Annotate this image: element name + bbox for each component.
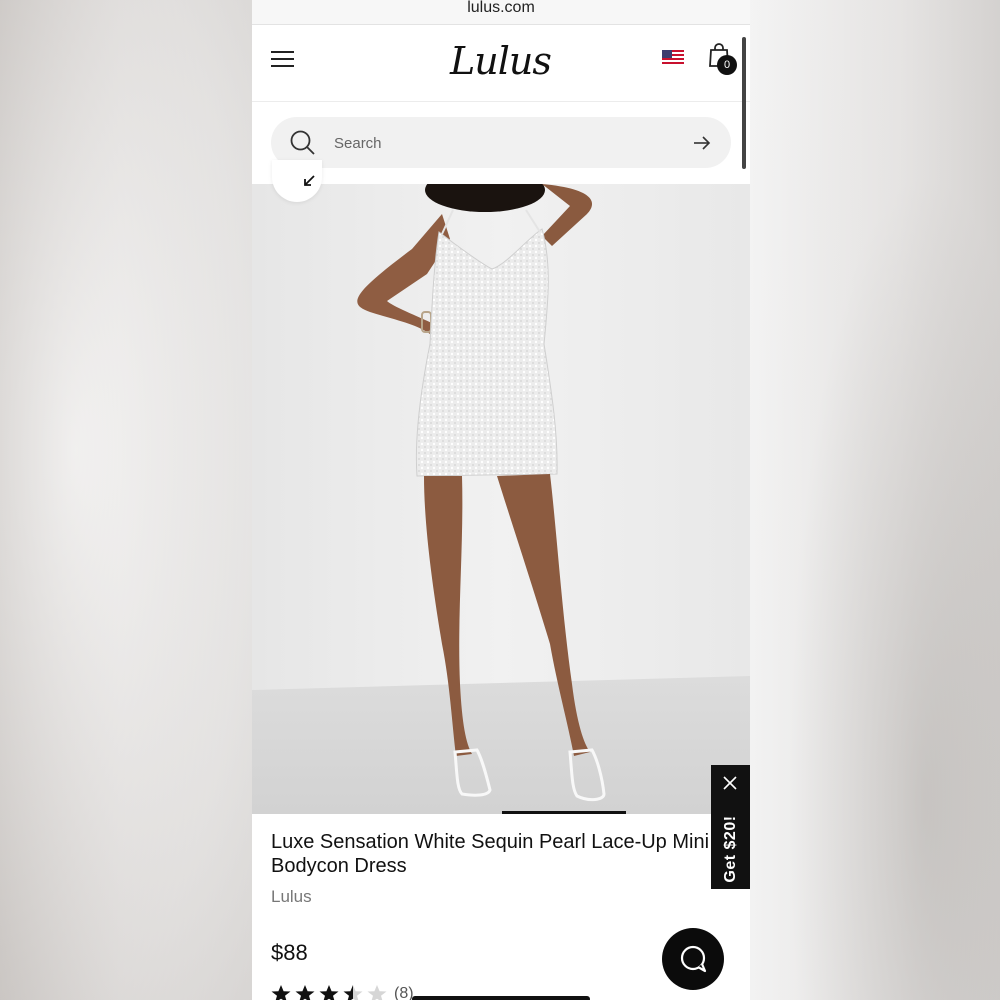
- url-text: lulus.com: [467, 0, 535, 16]
- sticky-bar-edge: [412, 996, 590, 1000]
- background-right: [750, 0, 1000, 1000]
- star-icon-4: [343, 985, 363, 1000]
- promo-label[interactable]: Get $20!: [721, 799, 741, 899]
- image-carousel-indicator: [502, 811, 626, 814]
- cart-count-badge: 0: [717, 55, 737, 75]
- close-icon[interactable]: [723, 776, 737, 790]
- mobile-page: lulus.com Lulus 0 Search Luxe Sensation …: [252, 0, 750, 1000]
- us-flag-icon[interactable]: [662, 50, 684, 65]
- product-price: $88: [271, 940, 308, 965]
- chat-icon: [680, 945, 707, 973]
- star-icon-1: [271, 985, 291, 1000]
- product-brand[interactable]: Lulus: [271, 887, 312, 907]
- review-count[interactable]: (8): [394, 985, 414, 1000]
- chat-button[interactable]: [662, 928, 724, 990]
- browser-url-bar[interactable]: lulus.com: [252, 0, 750, 25]
- search-bar[interactable]: [271, 117, 731, 168]
- menu-icon[interactable]: [271, 49, 295, 69]
- product-image[interactable]: [252, 184, 750, 814]
- search-input[interactable]: [332, 129, 676, 157]
- star-icon-3: [319, 985, 339, 1000]
- background-left: [0, 0, 252, 1000]
- star-icon-2: [295, 985, 315, 1000]
- search-icon: [290, 130, 315, 155]
- product-title: Luxe Sensation White Sequin Pearl Lace-U…: [271, 830, 741, 878]
- arrow-right-icon[interactable]: [693, 134, 711, 152]
- promo-tab[interactable]: Get $20!: [711, 765, 750, 889]
- star-rating[interactable]: [271, 984, 393, 1000]
- product-photo: [252, 184, 750, 814]
- site-header: Lulus 0: [252, 25, 750, 102]
- product-title-line-2: Bodycon Dress: [271, 855, 407, 877]
- scrollbar[interactable]: [742, 37, 746, 169]
- star-icon-5: [367, 985, 387, 1000]
- site-logo[interactable]: Lulus: [450, 37, 552, 85]
- expand-icon: [304, 175, 315, 186]
- product-title-line-1: Luxe Sensation White Sequin Pearl Lace-U…: [271, 831, 710, 853]
- zoom-button[interactable]: [272, 160, 322, 202]
